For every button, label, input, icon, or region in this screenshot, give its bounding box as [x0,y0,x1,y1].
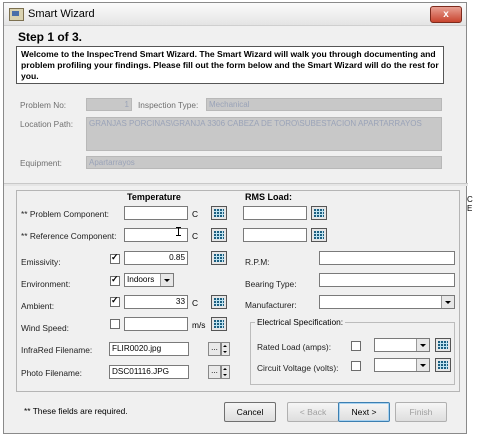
infrared-spinner[interactable] [221,342,230,356]
electrical-spec-title: Electrical Specification: [255,317,346,327]
bearing-type-input[interactable] [319,273,455,287]
smart-wizard-window: Smart Wizard x Step 1 of 3. Welcome to t… [3,2,468,434]
chevron-down-icon[interactable] [416,359,429,371]
circuit-voltage-dropdown[interactable] [374,358,430,372]
welcome-message: Welcome to the InspecTrend Smart Wizard.… [16,46,444,84]
problem-temp-input[interactable] [124,206,188,220]
emissivity-checkbox[interactable] [110,252,120,264]
emissivity-input[interactable]: 0.85 [124,251,188,265]
background-window-text: C E [467,195,473,213]
cancel-button[interactable]: Cancel [224,402,276,422]
inspection-form: Temperature RMS Load: ** Problem Compone… [16,190,460,392]
wind-speed-unit: m/s [192,320,206,330]
rated-load-checkbox[interactable] [351,341,361,351]
problem-no-field: 1 [86,98,132,111]
photo-filename-input[interactable]: DSC01116.JPG [109,365,189,379]
title-bar[interactable]: Smart Wizard x [4,3,466,26]
manufacturer-label: Manufacturer: [245,300,297,310]
calculator-icon[interactable] [211,206,227,220]
inspection-type-label: Inspection Type: [138,100,199,110]
chevron-down-icon[interactable] [441,296,454,308]
rpm-label: R.P.M: [245,257,270,267]
rms-load-header: RMS Load: [245,192,292,202]
rated-load-dropdown[interactable] [374,338,430,352]
step-title: Step 1 of 3. [18,30,83,44]
calculator-icon[interactable] [435,338,451,352]
bearing-type-label: Bearing Type: [245,279,297,289]
wind-speed-label: Wind Speed: [21,323,69,333]
next-button[interactable]: Next > [338,402,390,422]
wind-speed-input[interactable] [124,317,188,331]
problem-rms-input[interactable] [243,206,307,220]
text-cursor-icon [176,227,181,236]
ambient-label: Ambient: [21,301,55,311]
wind-speed-checkbox[interactable] [110,319,120,329]
photo-browse-button[interactable]: ... [208,365,221,379]
environment-checkbox[interactable] [110,274,120,286]
calculator-icon[interactable] [435,358,451,372]
problem-component-label: ** Problem Component: [21,209,109,219]
inspection-type-field: Mechanical [206,98,442,111]
photo-filename-label: Photo Filename: [21,368,82,378]
infrared-filename-label: InfraRed Filename: [21,345,93,355]
equipment-field: Apartarrayos [86,156,442,169]
window-title: Smart Wizard [28,8,95,20]
infrared-browse-button[interactable]: ... [208,342,221,356]
rated-load-label: Rated Load (amps): [257,342,332,352]
calculator-icon[interactable] [211,317,227,331]
calculator-icon[interactable] [311,206,327,220]
environment-value: Indoors [127,275,155,284]
circuit-voltage-checkbox[interactable] [351,361,361,371]
environment-label: Environment: [21,279,71,289]
problem-no-label: Problem No: [20,100,67,110]
back-button[interactable]: < Back [287,402,339,422]
location-path-field: GRANJAS PORCINAS\GRANJA 3306 CABEZA DE T… [86,117,442,151]
circuit-voltage-label: Circuit Voltage (volts): [257,363,339,373]
chevron-down-icon[interactable] [160,274,173,286]
emissivity-label: Emissivity: [21,257,61,267]
chevron-down-icon[interactable] [416,339,429,351]
calculator-icon[interactable] [211,228,227,242]
calculator-icon[interactable] [211,251,227,265]
calculator-icon[interactable] [311,228,327,242]
close-button[interactable]: x [430,6,462,23]
ambient-input[interactable]: 33 [124,295,188,309]
temperature-header: Temperature [127,192,181,202]
finish-button[interactable]: Finish [395,402,447,422]
electrical-spec-group: Electrical Specification: Rated Load (am… [250,317,455,385]
app-icon [9,8,24,21]
reference-rms-input[interactable] [243,228,307,242]
photo-spinner[interactable] [221,365,230,379]
equipment-label: Equipment: [20,158,62,168]
reference-component-label: ** Reference Component: [21,231,117,241]
reference-temp-unit: C [192,231,199,241]
environment-dropdown[interactable]: Indoors [124,273,174,287]
header-separator [4,183,468,186]
ambient-checkbox[interactable] [110,295,120,307]
wizard-header: Step 1 of 3. Welcome to the InspecTrend … [16,26,448,182]
ambient-unit: C [192,298,199,308]
required-fields-note: ** These fields are required. [24,406,128,416]
calculator-icon[interactable] [211,295,227,309]
problem-temp-unit: C [192,209,199,219]
location-path-label: Location Path: [20,119,74,129]
infrared-filename-input[interactable]: FLIR0020.jpg [109,342,189,356]
rpm-input[interactable] [319,251,455,265]
manufacturer-dropdown[interactable] [319,295,455,309]
